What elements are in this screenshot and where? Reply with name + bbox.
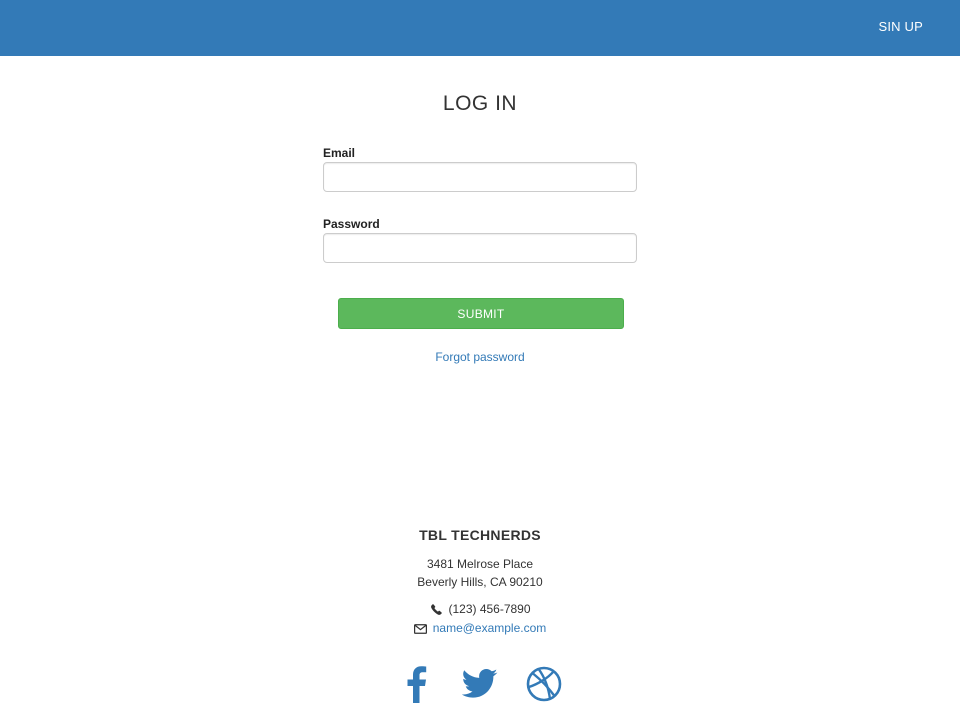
phone-row: (123) 456-7890 [0, 600, 960, 619]
email-label: Email [323, 146, 356, 160]
company-name: TBL TECHNERDS [419, 527, 541, 543]
facebook-icon[interactable] [396, 664, 436, 704]
twitter-icon[interactable] [460, 664, 500, 704]
dribbble-icon[interactable] [524, 664, 564, 704]
footer: TBL TECHNERDS 3481 Melrose Place Beverly… [0, 525, 960, 638]
contact-info: (123) 456-7890 name@example.com [0, 600, 960, 638]
signup-link[interactable]: SIN UP [878, 19, 923, 34]
email-link[interactable]: name@example.com [433, 619, 547, 638]
top-navbar: SIN UP [0, 0, 960, 56]
email-row: name@example.com [0, 619, 960, 638]
submit-button[interactable]: SUBMIT [338, 298, 624, 329]
address: 3481 Melrose Place Beverly Hills, CA 902… [0, 555, 960, 591]
forgot-password-link[interactable]: Forgot password [0, 350, 960, 364]
envelope-icon [414, 622, 428, 636]
phone-number: (123) 456-7890 [448, 602, 531, 616]
address-line-1: 3481 Melrose Place [426, 557, 534, 571]
email-field[interactable] [323, 162, 637, 192]
phone-icon [429, 603, 443, 617]
page-title: LOG IN [442, 92, 518, 115]
password-field[interactable] [323, 233, 637, 263]
social-links [0, 664, 960, 704]
password-label: Password [323, 217, 380, 231]
address-line-2: Beverly Hills, CA 90210 [417, 575, 543, 589]
